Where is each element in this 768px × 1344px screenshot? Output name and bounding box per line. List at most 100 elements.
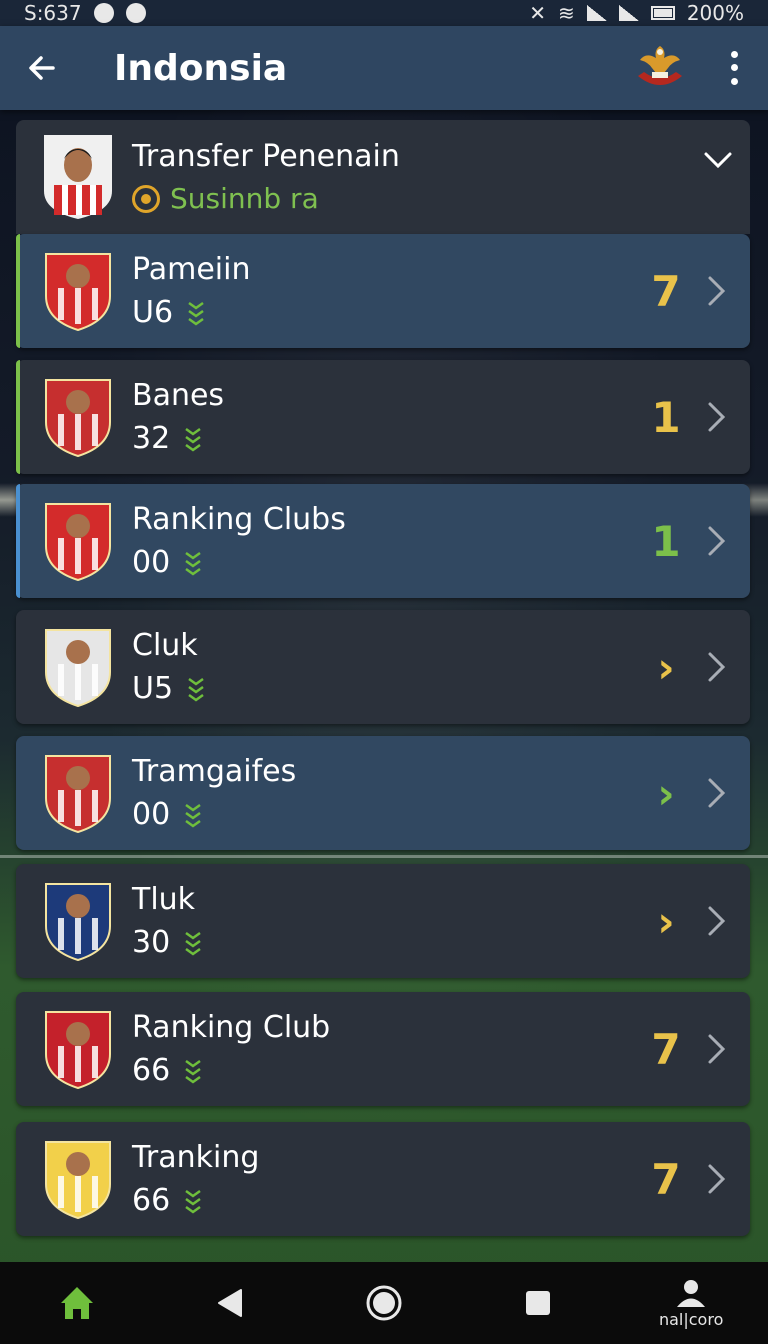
row-name: Cluk	[132, 628, 198, 663]
row-value-line: U6	[132, 295, 646, 330]
club-crest-icon	[45, 755, 111, 834]
wifi-icon: ≋	[558, 1, 575, 25]
rank-number: 7	[651, 1024, 681, 1074]
row-value: 30	[132, 925, 171, 960]
row-accent-edge	[16, 864, 20, 978]
ranking-list: Transfer Penenain Susinnb ra Pameiin U6 7 B…	[16, 120, 750, 1236]
chevron-right-icon	[708, 402, 726, 432]
nav-home[interactable]	[37, 1273, 117, 1333]
ranking-row[interactable]: Ranking Club 66 7	[16, 992, 750, 1106]
rank-number: 1	[651, 516, 681, 566]
club-crest-icon	[45, 883, 111, 962]
row-accent-edge	[16, 234, 20, 348]
nav-back[interactable]	[190, 1273, 270, 1333]
row-text: Ranking Clubs 00	[132, 502, 646, 580]
battery-percent: 200%	[686, 1, 744, 25]
garuda-logo[interactable]	[630, 38, 690, 98]
page-title: Indonsia	[114, 47, 288, 89]
row-value: 66	[132, 1053, 171, 1088]
header-subtitle-text: Susinnb ra	[170, 182, 319, 215]
status-bar: S:637 ✕ ≋ 200%	[0, 0, 768, 26]
back-button[interactable]	[24, 50, 60, 86]
notification-icon	[93, 3, 114, 23]
row-name: Tranking	[132, 1140, 260, 1175]
rank-number: 1	[651, 392, 681, 442]
rank-chevrons-icon	[188, 301, 204, 326]
row-value-line: 32	[132, 421, 646, 456]
row-value-line: 30	[132, 925, 646, 960]
club-crest-icon	[45, 1141, 111, 1220]
rank-number: 7	[651, 1154, 681, 1204]
square-recents-icon	[525, 1291, 550, 1315]
player-avatar	[44, 135, 112, 219]
chevron-right-icon	[708, 276, 726, 306]
row-accent-edge	[16, 610, 20, 724]
status-time: S:637	[24, 1, 82, 25]
row-accent-edge	[16, 1122, 20, 1236]
row-value-line: 66	[132, 1053, 646, 1088]
ranking-row[interactable]: Tramgaifes 00 ›	[16, 736, 750, 850]
battery-icon	[650, 6, 675, 20]
nav-profile[interactable]: nal|coro	[651, 1273, 731, 1333]
chevron-right-icon	[708, 778, 726, 808]
status-left: S:637	[24, 1, 146, 25]
rank-chevrons-icon	[185, 427, 201, 452]
ranking-row[interactable]: Cluk U5 ›	[16, 610, 750, 724]
ranking-row[interactable]: Pameiin U6 7	[16, 234, 750, 348]
row-value: 00	[132, 545, 171, 580]
chevron-right-icon	[708, 526, 726, 556]
row-text: Banes 32	[132, 378, 646, 456]
transfer-header-card[interactable]: Transfer Penenain Susinnb ra	[16, 120, 750, 234]
row-name: Pameiin	[132, 252, 251, 287]
row-value-line: 00	[132, 797, 646, 832]
rank-number: ›	[657, 896, 675, 946]
mute-icon: ✕	[529, 1, 547, 25]
row-name: Tluk	[132, 882, 196, 917]
bottom-navigation: nal|coro	[0, 1262, 768, 1344]
ranking-row[interactable]: Tluk 30 ›	[16, 864, 750, 978]
notification-icon-2	[125, 3, 146, 23]
more-dot	[730, 51, 738, 59]
rank-chevrons-icon	[185, 551, 201, 576]
row-value-line: 66	[132, 1183, 646, 1218]
chevron-down-icon[interactable]	[700, 142, 736, 178]
more-dot	[730, 64, 738, 72]
club-crest-icon	[45, 629, 111, 708]
row-name: Ranking Club	[132, 1010, 331, 1045]
ranking-row[interactable]: Banes 32 1	[16, 360, 750, 474]
row-accent-edge	[16, 736, 20, 850]
rank-chevrons-icon	[185, 1189, 201, 1214]
more-options-button[interactable]	[724, 48, 744, 88]
rank-number: ›	[657, 642, 675, 692]
club-crest-icon	[45, 503, 111, 582]
rank-number: 7	[651, 266, 681, 316]
row-value: 66	[132, 1183, 171, 1218]
rank-chevrons-icon	[185, 1059, 201, 1084]
circle-home-icon	[366, 1285, 402, 1321]
back-triangle-icon	[218, 1289, 243, 1317]
row-value: U5	[132, 671, 174, 706]
rank-chevrons-icon	[188, 677, 204, 702]
row-text: Tranking 66	[132, 1140, 646, 1218]
row-accent-edge	[16, 992, 20, 1106]
row-value: 00	[132, 797, 171, 832]
arrow-left-icon	[29, 56, 55, 80]
row-name: Ranking Clubs	[132, 502, 346, 537]
pitch-line-background	[0, 855, 768, 858]
home-icon	[60, 1287, 93, 1319]
ranking-row[interactable]: Tranking 66 7	[16, 1122, 750, 1236]
row-name: Banes	[132, 378, 225, 413]
more-dot	[730, 77, 738, 85]
rank-chevrons-icon	[185, 931, 201, 956]
chevron-right-icon	[708, 1164, 726, 1194]
nav-recents[interactable]	[498, 1273, 578, 1333]
club-crest-icon	[45, 1011, 111, 1090]
row-text: Tluk 30	[132, 882, 646, 960]
row-text: Tramgaifes 00	[132, 754, 646, 832]
header-text: Transfer Penenain Susinnb ra	[132, 139, 750, 215]
rank-chevrons-icon	[185, 803, 201, 828]
nav-home-circle[interactable]	[344, 1273, 424, 1333]
coin-icon	[132, 184, 160, 213]
ranking-row[interactable]: Ranking Clubs 00 1	[16, 484, 750, 598]
row-accent-edge	[16, 360, 20, 474]
